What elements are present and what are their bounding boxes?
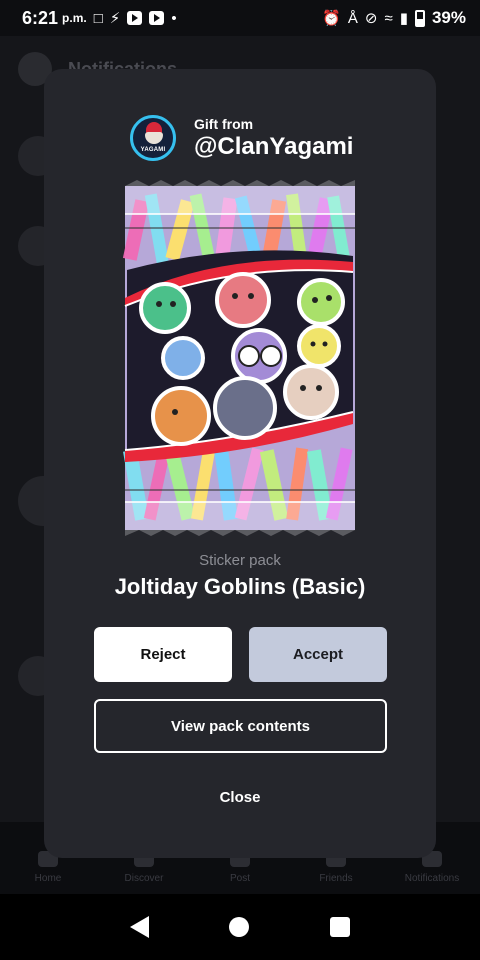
close-button[interactable]: Close [190,782,290,812]
sender-username: @ClanYagami [194,132,354,160]
status-ampm: p.m. [62,11,87,25]
status-right: ⏰ Å ⊘ ≈ ▮ 39% [322,8,466,28]
signal-icon: ▮ [399,9,408,27]
view-pack-contents-button[interactable]: View pack contents [94,699,387,753]
accept-button[interactable]: Accept [249,627,387,682]
status-bar: 6:21 p.m. □ ⚡ • ⏰ Å ⊘ ≈ ▮ 39% [0,0,480,36]
avatar-tag: YAGAMI [140,147,166,153]
dot-icon: • [171,9,177,27]
battery-percent: 39% [431,8,466,27]
sticker-pack-illustration [122,180,355,536]
system-nav-bar [0,894,480,960]
reject-button[interactable]: Reject [94,627,232,682]
recent-apps-icon[interactable] [329,917,350,937]
mute-icon: ⊘ [364,9,378,27]
youtube-icon [149,11,165,25]
sender-avatar: YAGAMI [130,115,176,161]
sticker-pack-image [121,180,359,536]
youtube-icon [127,11,143,25]
battery-icon [414,9,425,27]
pack-name: Joltiday Goblins (Basic) [114,574,366,599]
gift-from-label: Gift from [194,115,254,132]
bolt-icon: ⚡ [109,9,121,27]
alarm-icon: ⏰ [322,9,341,27]
facebook-icon: □ [93,9,103,27]
gift-header: YAGAMI Gift from @ClanYagami [130,115,353,161]
status-time: 6:21 [22,7,59,28]
gift-modal: YAGAMI Gift from @ClanYagami Sticker pac… [44,69,436,858]
back-icon[interactable] [130,916,150,938]
wifi-icon: ≈ [384,9,393,27]
status-left: 6:21 p.m. □ ⚡ • [22,8,177,29]
bluetooth-icon: Å [347,9,358,27]
pack-type-label: Sticker pack [199,552,281,569]
home-icon[interactable] [229,917,250,937]
